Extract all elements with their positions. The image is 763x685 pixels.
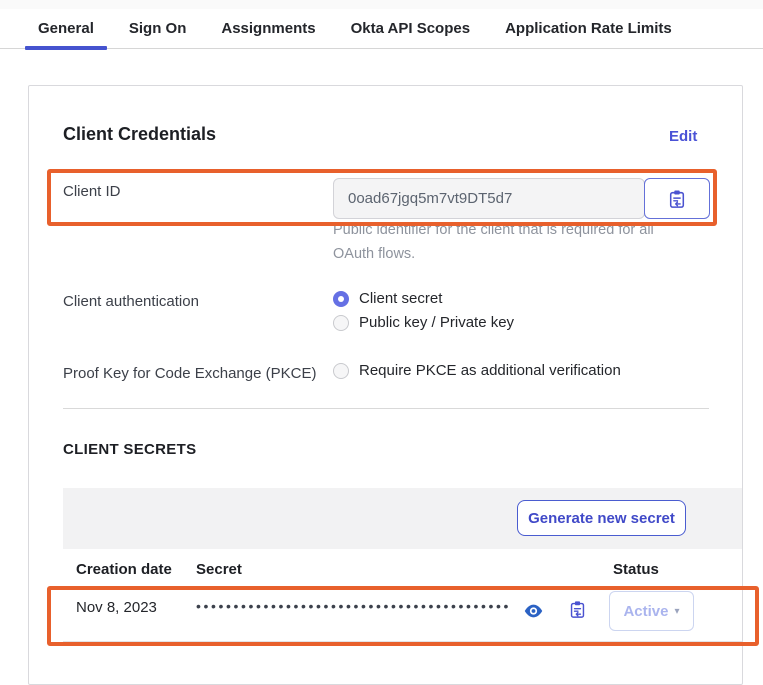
status-dropdown-button[interactable]: Active ▾ (609, 591, 694, 631)
client-id-input[interactable] (333, 178, 645, 219)
section-divider (63, 408, 709, 409)
pkce-checkbox-row[interactable]: Require PKCE as additional verification (333, 362, 621, 379)
tab-sign-on[interactable]: Sign On (116, 9, 200, 48)
radio-client-secret-label: Client secret (359, 290, 442, 307)
reveal-secret-button[interactable] (522, 600, 544, 622)
column-header-status: Status (613, 561, 659, 578)
client-authentication-label: Client authentication (63, 293, 199, 310)
tab-assignments[interactable]: Assignments (208, 9, 328, 48)
copy-secret-button[interactable] (566, 598, 588, 620)
tab-application-rate-limits[interactable]: Application Rate Limits (492, 9, 685, 48)
checkbox-unchecked-icon[interactable] (333, 363, 349, 379)
radio-client-secret[interactable]: Client secret (333, 290, 442, 307)
radio-unselected-icon[interactable] (333, 315, 349, 331)
client-secrets-title: CLIENT SECRETS (63, 441, 196, 458)
tab-bar: General Sign On Assignments Okta API Sco… (0, 9, 763, 49)
radio-public-private-key[interactable]: Public key / Private key (333, 314, 514, 331)
radio-selected-icon[interactable] (333, 291, 349, 307)
client-id-help-text: Public identifier for the client that is… (333, 218, 655, 266)
status-label: Active (623, 603, 668, 620)
client-id-label: Client ID (63, 183, 121, 200)
chevron-down-icon: ▾ (675, 606, 680, 617)
edit-link[interactable]: Edit (669, 128, 697, 145)
row-divider (63, 641, 742, 642)
content-card: Client Credentials Edit Client ID Public… (28, 85, 743, 685)
clipboard-copy-icon (668, 189, 686, 209)
column-header-creation-date: Creation date (76, 561, 172, 578)
pkce-checkbox-label: Require PKCE as additional verification (359, 362, 621, 379)
eye-icon (524, 603, 543, 619)
radio-public-private-key-label: Public key / Private key (359, 314, 514, 331)
pkce-label: Proof Key for Code Exchange (PKCE) (63, 365, 316, 382)
generate-new-secret-button[interactable]: Generate new secret (517, 500, 686, 536)
copy-client-id-button[interactable] (644, 178, 710, 219)
tab-okta-api-scopes[interactable]: Okta API Scopes (338, 9, 484, 48)
column-header-secret: Secret (196, 561, 242, 578)
page-top-strip (0, 0, 763, 9)
tab-general[interactable]: General (25, 9, 107, 48)
clipboard-copy-icon (569, 600, 586, 619)
client-credentials-title: Client Credentials (63, 124, 216, 145)
secret-masked-value: ••••••••••••••••••••••••••••••••••••••••… (196, 598, 511, 614)
secret-creation-date: Nov 8, 2023 (76, 599, 157, 616)
